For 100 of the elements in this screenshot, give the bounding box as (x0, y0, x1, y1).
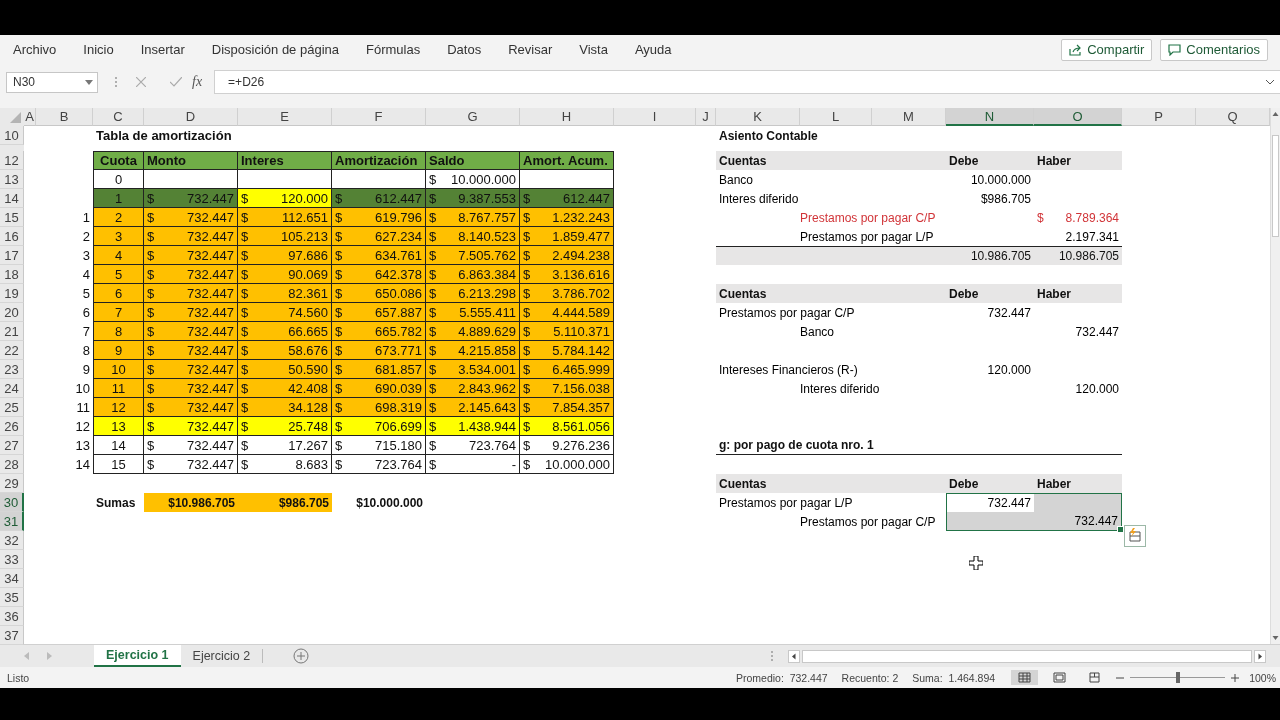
zoom-slider-thumb[interactable] (1175, 672, 1180, 683)
more-icon[interactable] (770, 650, 774, 662)
row-header[interactable]: 31 (0, 512, 24, 531)
add-sheet-icon[interactable] (293, 648, 310, 664)
cursor-icon (969, 556, 983, 570)
table-cell: $986.705 (238, 493, 332, 512)
column-header[interactable]: J (696, 108, 716, 126)
row-header[interactable]: 18 (0, 265, 24, 284)
column-header[interactable]: B (36, 108, 93, 126)
table-cell: $ 5.784.142 (520, 341, 614, 360)
column-header[interactable]: H (520, 108, 614, 126)
row-header[interactable]: 14 (0, 189, 24, 208)
table-cell: $ 105.213 (238, 227, 332, 246)
zoom-level[interactable]: 100% (1249, 671, 1276, 684)
menu-item[interactable]: Disposición de página (211, 42, 339, 57)
table-cell-text: Prestamos por pagar L/P (800, 228, 935, 246)
column-header[interactable]: Q (1196, 108, 1270, 126)
table-cell: $ 9.276.236 (520, 436, 614, 455)
row-header[interactable]: 21 (0, 322, 24, 341)
scroll-right-button[interactable] (1254, 649, 1266, 663)
row-header[interactable]: 32 (0, 531, 24, 550)
table-cell: $ - (426, 455, 520, 474)
row-header[interactable]: 28 (0, 455, 24, 474)
menu-item[interactable]: Revisar (508, 42, 553, 57)
table-cell-text: Banco (718, 171, 755, 189)
column-header[interactable]: O (1034, 108, 1122, 126)
next-sheet-icon[interactable] (47, 652, 52, 660)
check-icon[interactable] (170, 77, 182, 87)
table-cell: 10.986.705 (1034, 246, 1122, 265)
menu-item[interactable]: Fórmulas (366, 42, 421, 57)
menu-item[interactable]: Datos (447, 42, 482, 57)
table-cell: $ 732.447 (144, 360, 238, 379)
function-button[interactable]: fx (192, 74, 203, 90)
fill-handle[interactable] (1117, 526, 1124, 533)
column-header[interactable]: A (24, 108, 36, 126)
table-cell: 8 (93, 322, 144, 341)
normal-view-icon[interactable] (1011, 670, 1039, 685)
column-header[interactable]: L (800, 108, 872, 126)
sheet-tab[interactable]: Ejercicio 1 (94, 645, 181, 667)
column-header[interactable]: C (93, 108, 144, 126)
row-header[interactable]: 26 (0, 417, 24, 436)
column-header[interactable]: D (144, 108, 238, 126)
table-header-cell: Saldo (426, 151, 520, 170)
column-header[interactable]: P (1122, 108, 1196, 126)
column-header[interactable]: G (426, 108, 520, 126)
row-header[interactable]: 35 (0, 588, 24, 607)
row-header[interactable]: 15 (0, 208, 24, 227)
zoom-in-icon[interactable] (1231, 673, 1240, 682)
menu-item[interactable]: Inicio (83, 42, 114, 57)
row-header[interactable]: 25 (0, 398, 24, 417)
row-header[interactable]: 24 (0, 379, 24, 398)
formula-field[interactable]: =+D26 (214, 70, 1280, 94)
scroll-thumb[interactable] (802, 649, 1252, 663)
previous-sheet-icon[interactable] (24, 652, 29, 660)
table-cell-text: Prestamos por pagar C/P (718, 304, 856, 322)
row-header[interactable]: 29 (0, 474, 24, 493)
column-header[interactable]: M (872, 108, 946, 126)
table-cell-text: 5 (81, 285, 91, 303)
table-cell: $ 657.887 (332, 303, 426, 322)
row-header[interactable]: 27 (0, 436, 24, 455)
column-header[interactable]: N (946, 108, 1034, 126)
scroll-left-button[interactable] (788, 649, 800, 663)
column-header[interactable]: I (614, 108, 696, 126)
table-cell: $ 90.069 (238, 265, 332, 284)
table-cell: $ 112.651 (238, 208, 332, 227)
column-header[interactable]: K (716, 108, 800, 126)
row-header[interactable]: 10 (0, 126, 24, 145)
name-box[interactable]: N30 (6, 71, 98, 93)
table-cell: $ 1.232.243 (520, 208, 614, 227)
table-cell: $ 10.000.000 (520, 455, 614, 474)
menu-item[interactable]: Archivo (13, 42, 57, 57)
table-cell: $ 4.444.589 (520, 303, 614, 322)
row-header[interactable]: 22 (0, 341, 24, 360)
row-header[interactable]: 16 (0, 227, 24, 246)
scroll-thumb[interactable] (1272, 135, 1279, 237)
cancel-icon[interactable] (136, 77, 146, 87)
column-header[interactable]: F (332, 108, 426, 126)
row-header[interactable]: 30 (0, 493, 24, 512)
menu-item[interactable]: Insertar (140, 42, 185, 57)
table-cell: 11 (93, 379, 144, 398)
row-header[interactable]: 23 (0, 360, 24, 379)
row-header[interactable]: 19 (0, 284, 24, 303)
share-button[interactable]: Compartir (1061, 38, 1153, 61)
comments-button[interactable]: Comentarios (1160, 38, 1268, 61)
menu-item[interactable]: Vista (579, 42, 608, 57)
table-cell: $ 5.555.411 (426, 303, 520, 322)
table-header-cell: Haber (1034, 151, 1122, 170)
column-header[interactable]: E (238, 108, 332, 126)
row-header[interactable]: 37 (0, 626, 24, 645)
row-header[interactable]: 13 (0, 170, 24, 189)
row-header[interactable]: 12 (0, 151, 24, 170)
row-header[interactable]: 17 (0, 246, 24, 265)
row-header[interactable]: 20 (0, 303, 24, 322)
row-header[interactable]: 34 (0, 569, 24, 588)
row-header[interactable]: 33 (0, 550, 24, 569)
table-cell: 2 (93, 208, 144, 227)
row-header[interactable]: 36 (0, 607, 24, 626)
menu-item[interactable]: Ayuda (634, 42, 672, 57)
sheet-tab[interactable]: Ejercicio 2 (180, 645, 263, 667)
table-cell-text: 8 (81, 342, 91, 360)
